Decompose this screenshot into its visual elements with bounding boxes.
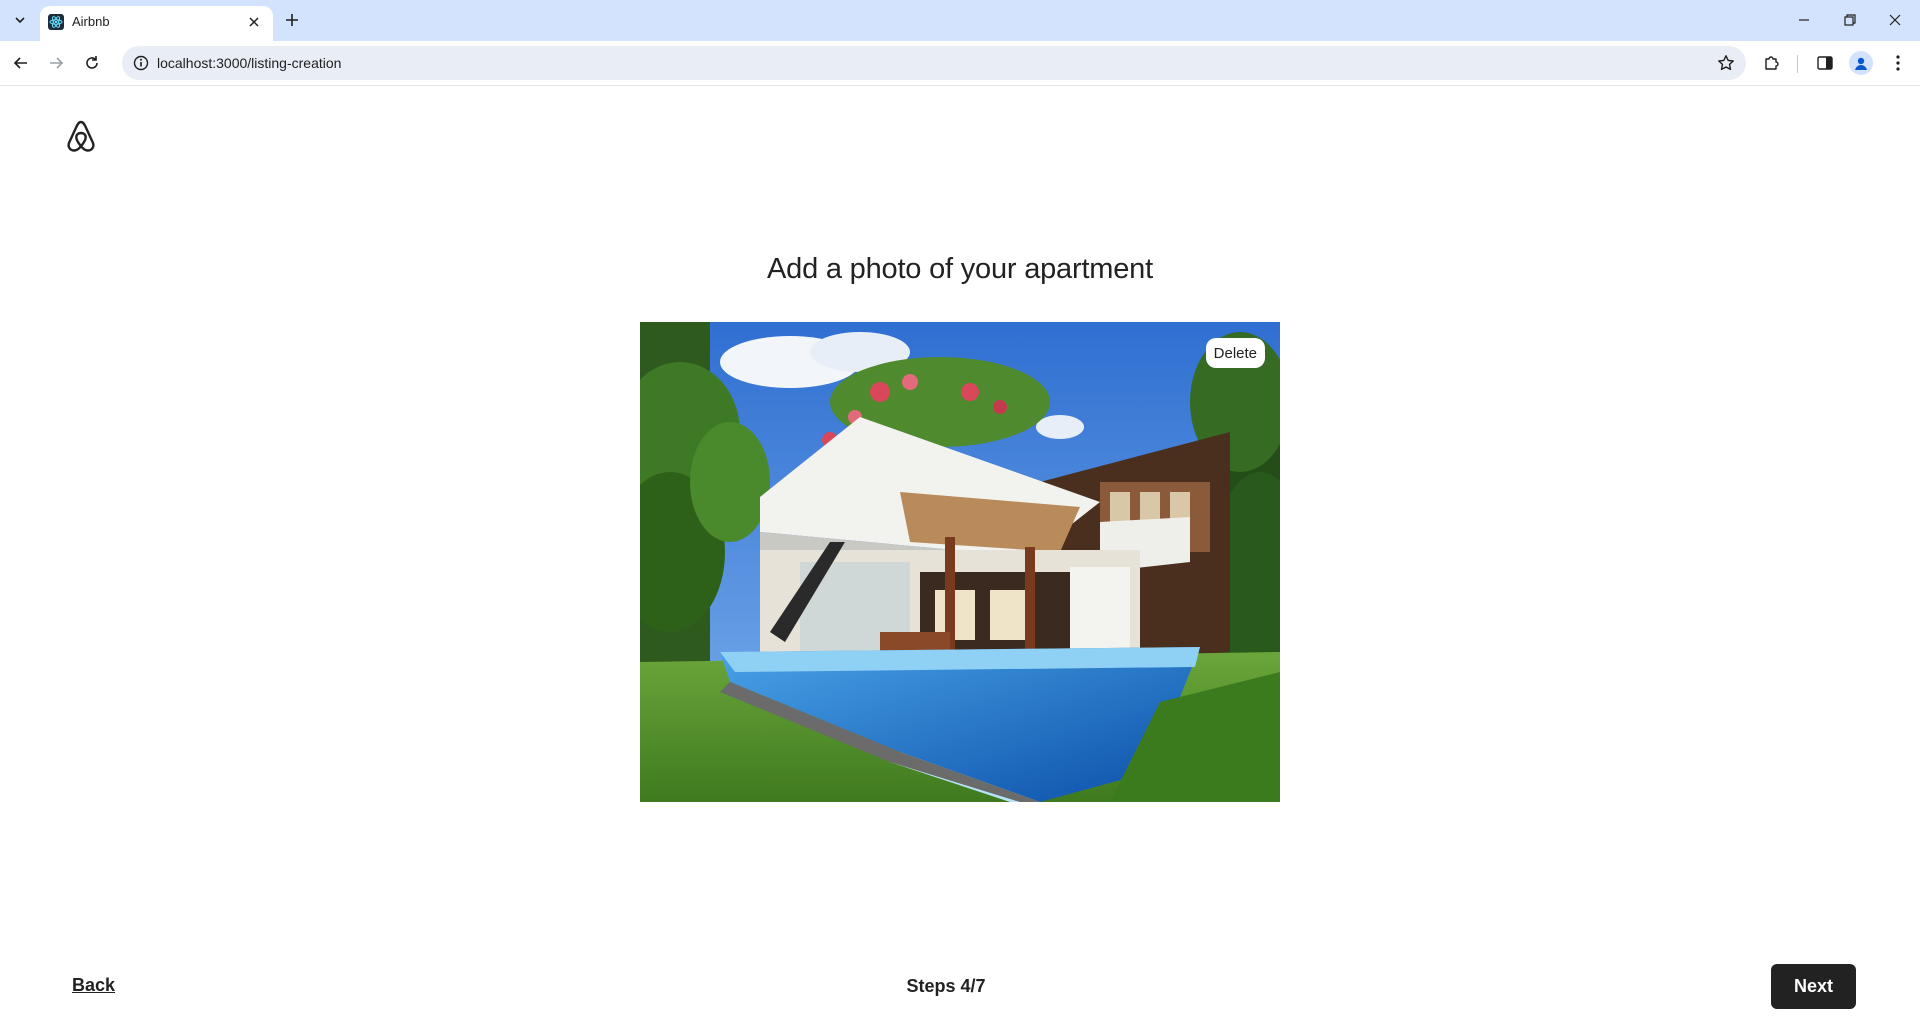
url-text: localhost:3000/listing-creation (157, 55, 342, 71)
browser-tab[interactable]: Airbnb (40, 6, 273, 41)
address-bar[interactable]: localhost:3000/listing-creation (122, 46, 1746, 80)
react-favicon-icon (48, 14, 64, 30)
close-tab-icon[interactable] (245, 13, 263, 31)
minimize-window-icon[interactable] (1782, 6, 1826, 34)
close-window-icon[interactable] (1873, 6, 1917, 34)
forward-arrow-icon[interactable] (42, 49, 70, 77)
extensions-puzzle-icon[interactable] (1760, 51, 1784, 75)
apartment-photo: Delete (640, 322, 1280, 802)
airbnb-logo-icon[interactable] (64, 118, 98, 154)
page-title: Add a photo of your apartment (767, 253, 1153, 285)
back-arrow-icon[interactable] (7, 49, 35, 77)
listing-creation-page: Add a photo of your apartment Delete Bac… (0, 87, 1920, 1030)
browser-tab-bar: Airbnb (0, 0, 1920, 41)
next-button[interactable]: Next (1771, 964, 1856, 1009)
bookmark-star-icon[interactable] (1716, 53, 1736, 73)
restore-window-icon[interactable] (1828, 6, 1872, 34)
tab-search-chevron-icon[interactable] (8, 8, 32, 32)
delete-photo-button[interactable]: Delete (1205, 338, 1265, 368)
apartment-photo-image (640, 322, 1280, 802)
more-menu-icon[interactable] (1886, 51, 1910, 75)
site-info-icon[interactable] (132, 54, 150, 72)
steps-indicator: Steps 4/7 (906, 976, 986, 996)
reload-icon[interactable] (78, 49, 106, 77)
tab-title: Airbnb (72, 14, 110, 29)
toolbar-separator (1797, 55, 1798, 73)
side-panel-icon[interactable] (1813, 51, 1837, 75)
profile-avatar-icon[interactable] (1849, 51, 1873, 75)
new-tab-plus-icon[interactable] (280, 8, 304, 32)
browser-toolbar: localhost:3000/listing-creation (0, 41, 1920, 86)
